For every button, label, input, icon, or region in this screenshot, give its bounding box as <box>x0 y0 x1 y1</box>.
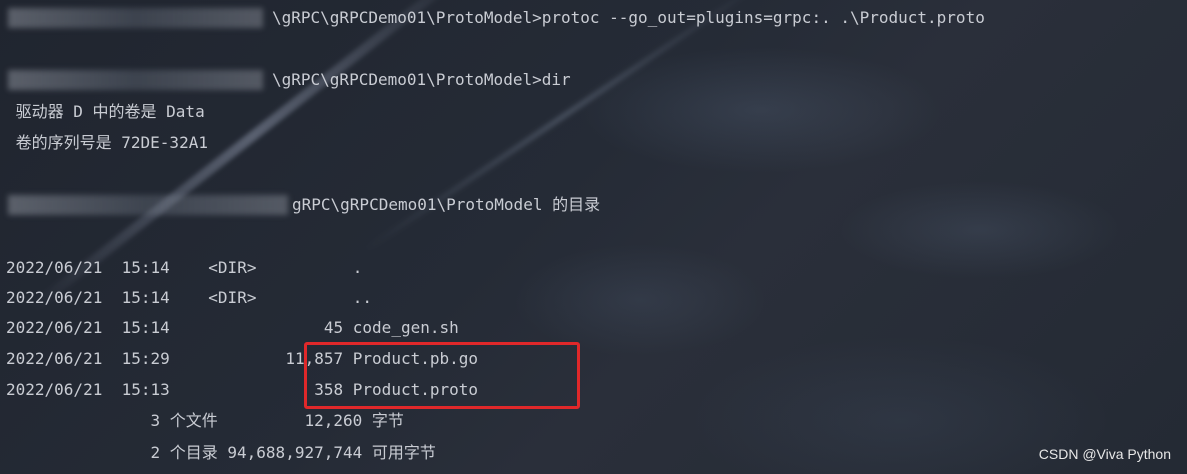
dir-entry: 2022/06/21 15:14 <DIR> . <box>6 258 363 277</box>
redacted-path <box>8 70 263 90</box>
watermark: CSDN @Viva Python <box>1038 446 1171 462</box>
summary-line: 3 个文件 12,260 字节 <box>6 411 404 430</box>
command-line: \gRPC\gRPCDemo01\ProtoModel>protoc --go_… <box>272 8 985 27</box>
highlight-box <box>304 342 580 409</box>
output-line: gRPC\gRPCDemo01\ProtoModel 的目录 <box>292 195 601 214</box>
command-line: \gRPC\gRPCDemo01\ProtoModel>dir <box>272 70 571 89</box>
dir-entry: 2022/06/21 15:14 <DIR> .. <box>6 288 373 307</box>
summary-line: 2 个目录 94,688,927,744 可用字节 <box>6 443 436 462</box>
output-line: 驱动器 D 中的卷是 Data <box>6 102 205 121</box>
redacted-path <box>8 8 263 28</box>
redacted-path <box>8 195 288 215</box>
output-line: 卷的序列号是 72DE-32A1 <box>6 133 208 152</box>
dir-entry: 2022/06/21 15:14 45 code_gen.sh <box>6 318 459 337</box>
